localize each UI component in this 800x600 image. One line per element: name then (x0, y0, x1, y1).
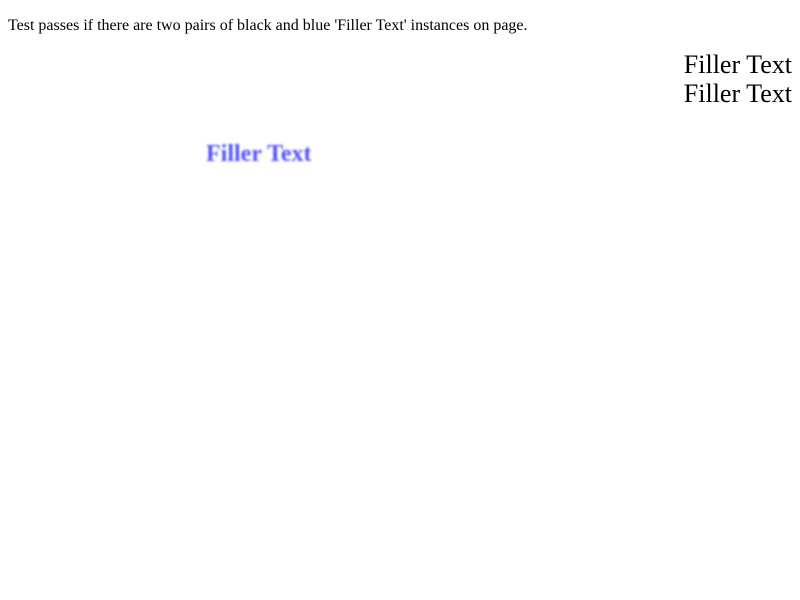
test-instructions: Test passes if there are two pairs of bl… (8, 17, 528, 34)
black-filler-text-1: Filler Text (683, 50, 792, 79)
black-filler-group: Filler Text Filler Text (684, 50, 792, 108)
test-page: Test passes if there are two pairs of bl… (0, 0, 800, 600)
black-filler-text-2: Filler Text (683, 79, 792, 108)
blue-filler-text: Filler Text (206, 141, 312, 167)
